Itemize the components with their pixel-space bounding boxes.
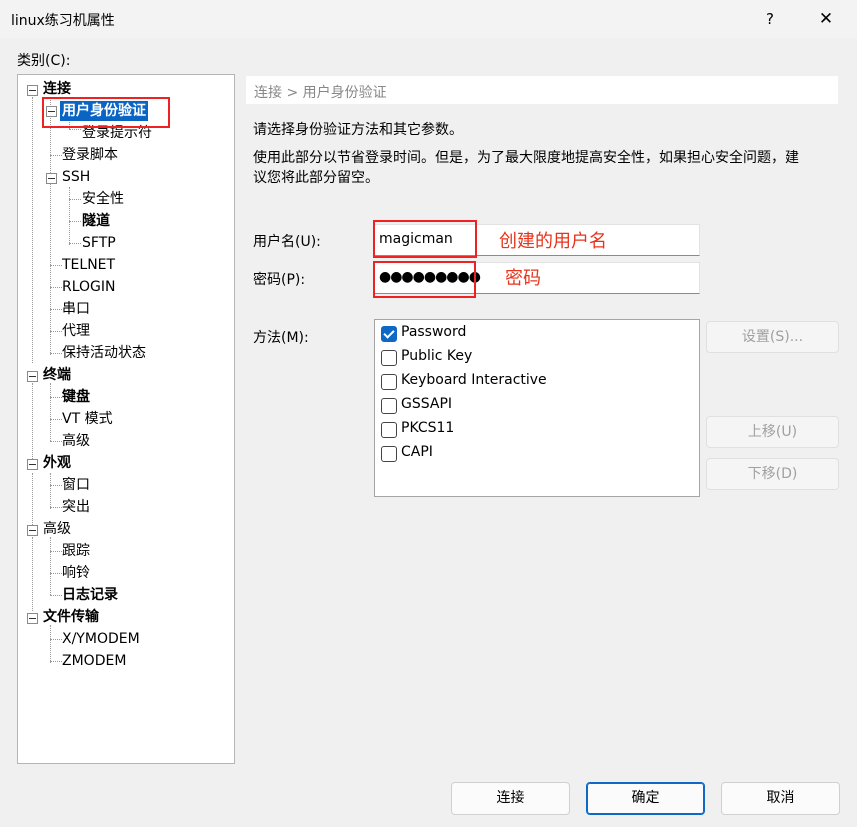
tree-item-telnet[interactable]: TELNET: [62, 255, 115, 275]
collapse-icon[interactable]: [46, 173, 57, 184]
help-button[interactable]: ?: [755, 6, 785, 32]
title-bar: linux练习机属性 ? ✕: [0, 0, 857, 38]
tree-item-login-script[interactable]: 登录脚本: [62, 145, 118, 165]
breadcrumb-text: 连接 > 用户身份验证: [254, 85, 387, 101]
annotation-box: [42, 97, 170, 128]
category-label: 类别(C):: [17, 53, 71, 69]
collapse-icon[interactable]: [27, 613, 38, 624]
tree-item-bell[interactable]: 响铃: [62, 563, 90, 583]
tree-item-logging[interactable]: 日志记录: [62, 585, 118, 605]
password-annotation: 密码: [505, 268, 541, 289]
collapse-icon[interactable]: [27, 459, 38, 470]
tree-item-terminal-advanced[interactable]: 高级: [62, 431, 90, 451]
checkbox-icon[interactable]: [381, 350, 397, 366]
checkbox-icon[interactable]: [381, 374, 397, 390]
collapse-icon[interactable]: [27, 525, 38, 536]
checkbox-icon[interactable]: [381, 398, 397, 414]
tree-item-file-transfer[interactable]: 文件传输: [43, 607, 99, 627]
tree-item-window[interactable]: 窗口: [62, 475, 90, 495]
password-label: 密码(P):: [253, 272, 306, 288]
tree-item-tunnel[interactable]: 隧道: [82, 211, 110, 231]
description-text: 请选择身份验证方法和其它参数。: [253, 122, 463, 138]
method-label: 方法(M):: [253, 330, 309, 346]
checkbox-checked-icon[interactable]: [381, 326, 397, 342]
category-tree[interactable]: 连接 用户身份验证 登录提示符 登录脚本 SSH 安全性 隧道 SFTP TEL…: [17, 74, 235, 764]
cancel-button[interactable]: 取消: [721, 782, 840, 815]
annotation-box: [373, 220, 477, 258]
window-title: linux练习机属性: [11, 13, 115, 29]
tree-item-vt-mode[interactable]: VT 模式: [62, 409, 113, 429]
tree-item-rlogin[interactable]: RLOGIN: [62, 277, 116, 297]
move-down-button[interactable]: 下移(D): [706, 458, 839, 490]
collapse-icon[interactable]: [27, 85, 38, 96]
tree-item-security[interactable]: 安全性: [82, 189, 124, 209]
move-up-button[interactable]: 上移(U): [706, 416, 839, 448]
connect-button[interactable]: 连接: [451, 782, 570, 815]
settings-button[interactable]: 设置(S)...: [706, 321, 839, 353]
checkbox-icon[interactable]: [381, 422, 397, 438]
username-label: 用户名(U):: [253, 234, 321, 250]
tree-item-appearance[interactable]: 外观: [43, 453, 71, 473]
tree-item-zmodem[interactable]: ZMODEM: [62, 651, 126, 671]
description-text: 使用此部分以节省登录时间。但是，为了最大限度地提高安全性，如果担心安全问题，建: [253, 150, 799, 166]
tree-item-ssh[interactable]: SSH: [62, 167, 90, 187]
tree-item-serial[interactable]: 串口: [62, 299, 90, 319]
tree-item-xymodem[interactable]: X/YMODEM: [62, 629, 140, 649]
tree-item-advanced[interactable]: 高级: [43, 519, 71, 539]
close-button[interactable]: ✕: [811, 6, 841, 32]
tree-item-connection[interactable]: 连接: [43, 79, 71, 99]
breadcrumb: 连接 > 用户身份验证: [246, 76, 838, 104]
tree-item-sftp[interactable]: SFTP: [82, 233, 116, 253]
tree-item-keyboard[interactable]: 键盘: [62, 387, 90, 407]
ok-button[interactable]: 确定: [586, 782, 705, 815]
annotation-box: [373, 261, 476, 298]
collapse-icon[interactable]: [27, 371, 38, 382]
tree-item-trace[interactable]: 跟踪: [62, 541, 90, 561]
method-list[interactable]: Password Public Key Keyboard Interactive…: [374, 319, 700, 497]
username-annotation: 创建的用户名: [499, 231, 607, 252]
description-text: 议您将此部分留空。: [253, 170, 379, 186]
tree-item-proxy[interactable]: 代理: [62, 321, 90, 341]
tree-item-keepalive[interactable]: 保持活动状态: [62, 343, 146, 363]
checkbox-icon[interactable]: [381, 446, 397, 462]
tree-item-highlight[interactable]: 突出: [62, 497, 90, 517]
tree-item-terminal[interactable]: 终端: [43, 365, 71, 385]
